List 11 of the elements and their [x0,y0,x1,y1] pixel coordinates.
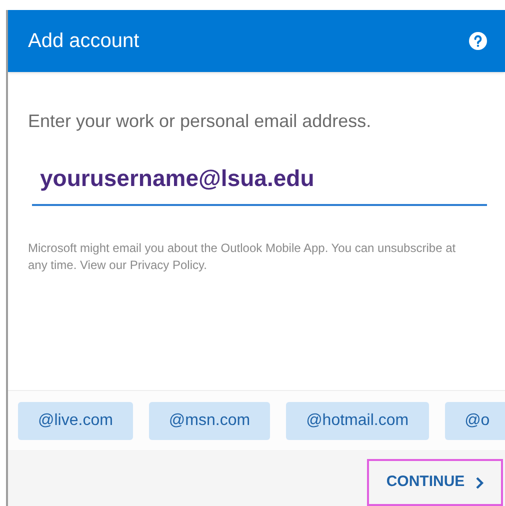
header-title: Add account [28,29,140,54]
chevron-right-icon [474,476,484,490]
privacy-disclaimer: Microsoft might email you about the Outlook Mobile App. You can unsubscribe at any time. View our Privacy Policy. [28,240,457,274]
email-prompt: Enter your work or personal email address. [28,110,372,133]
domain-chip[interactable]: @msn.com [148,402,270,440]
help-icon[interactable] [469,32,487,50]
domain-chip[interactable]: @hotmail.com [286,402,429,440]
domain-chip[interactable]: @o [444,402,505,440]
email-field[interactable]: yourusername@lsua.edu [32,161,487,206]
continue-button[interactable]: CONTINUE [367,459,503,506]
domain-chip[interactable]: @live.com [18,402,133,440]
